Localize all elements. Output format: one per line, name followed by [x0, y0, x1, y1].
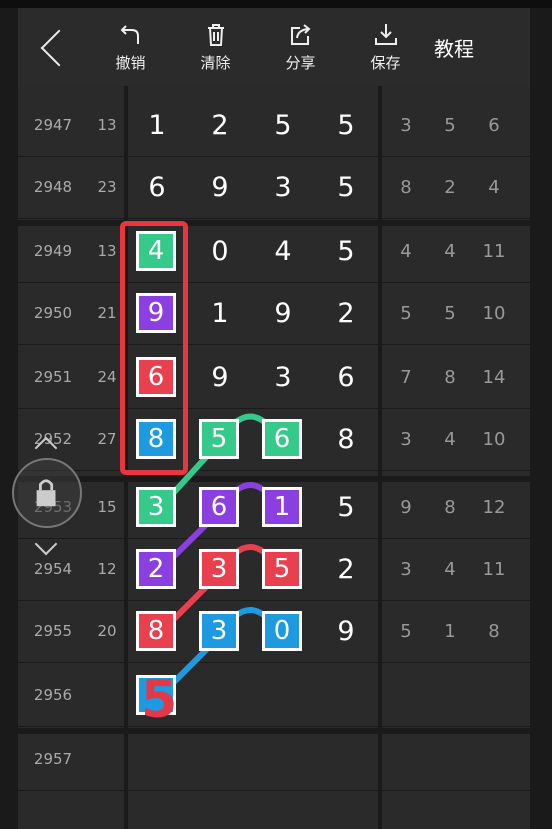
- purple-marker[interactable]: 6: [199, 487, 239, 527]
- purple-marker[interactable]: 1: [262, 487, 302, 527]
- red-marker[interactable]: 3: [199, 549, 239, 589]
- blue-marker[interactable]: 3: [199, 611, 239, 651]
- green-marker[interactable]: 3: [136, 487, 176, 527]
- green-marker[interactable]: 5: [199, 419, 239, 459]
- green-marker[interactable]: 6: [262, 419, 302, 459]
- annotation-digit: 5: [141, 670, 178, 730]
- red-marker[interactable]: 6: [136, 357, 176, 397]
- red-marker[interactable]: 5: [262, 549, 302, 589]
- red-marker[interactable]: 8: [136, 611, 176, 651]
- blue-marker[interactable]: 8: [136, 419, 176, 459]
- blue-marker[interactable]: 0: [262, 611, 302, 651]
- purple-marker[interactable]: 9: [136, 293, 176, 333]
- lock-icon: [36, 479, 56, 507]
- purple-marker[interactable]: 2: [136, 549, 176, 589]
- lock-button[interactable]: [12, 458, 82, 528]
- green-marker[interactable]: 4: [136, 231, 176, 271]
- connector-lines: [153, 413, 285, 703]
